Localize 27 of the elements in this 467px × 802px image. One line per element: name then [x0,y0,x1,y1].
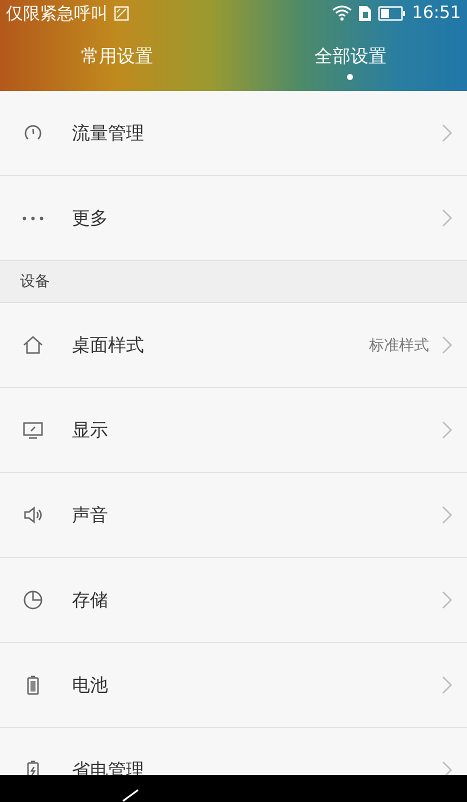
chevron-icon [441,590,453,610]
chevron-icon [441,505,453,525]
sim-card-icon [358,4,372,22]
settings-label: 电池 [72,674,109,697]
tab[interactable]: 全部设置 [234,26,467,91]
more-icon [22,216,44,220]
battery-icon [378,6,406,20]
chevron-icon [441,420,453,440]
clock-text: 16:51 [412,3,461,23]
settings-value: 标准样式 [369,336,429,354]
image-icon [114,6,129,20]
settings-label: 显示 [72,419,109,442]
section-header: 设备 [20,272,50,291]
chevron-icon [441,208,453,228]
settings-label: 更多 [72,207,109,230]
speaker-icon [22,504,44,526]
settings-label: 声音 [72,504,109,527]
settings-label: 流量管理 [72,122,145,145]
chevron-icon [441,123,453,143]
settings-label: 桌面样式 [72,334,145,357]
chevron-icon [441,675,453,695]
carrier-text: 仅限紧急呼叫 [6,2,108,24]
wifi-icon [332,5,352,21]
pie-chart-icon [22,589,44,611]
settings-label: 存储 [72,589,109,612]
home-icon [22,334,44,356]
chevron-icon [441,335,453,355]
